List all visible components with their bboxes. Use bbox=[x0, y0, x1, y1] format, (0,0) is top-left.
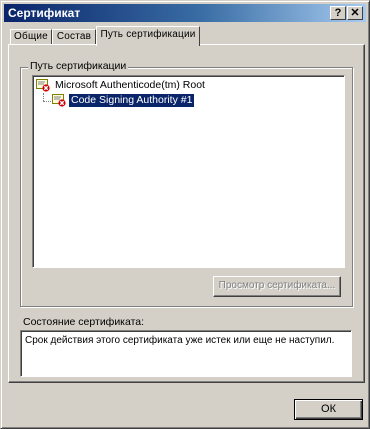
close-button[interactable]: ✕ bbox=[347, 6, 363, 20]
tree-node-root-label: Microsoft Authenticode(tm) Root bbox=[55, 79, 205, 91]
certification-path-label: Путь сертификации bbox=[28, 60, 129, 72]
certificate-status-text[interactable]: Срок действия этого сертификата уже исте… bbox=[20, 330, 352, 377]
view-certificate-button[interactable]: Просмотр сертификата... bbox=[213, 276, 341, 297]
certificate-status-label: Состояние сертификата: bbox=[23, 316, 145, 328]
help-button[interactable]: ? bbox=[330, 6, 346, 20]
tab-general[interactable]: Общие bbox=[10, 29, 52, 44]
tree-connector bbox=[43, 101, 51, 102]
tree-node-child-label: Code Signing Authority #1 bbox=[67, 93, 196, 108]
tree-connector bbox=[43, 93, 44, 101]
tab-certification-path[interactable]: Путь сертификации bbox=[96, 26, 200, 46]
certification-path-tree[interactable]: Microsoft Authenticode(tm) Root Code Sig… bbox=[32, 75, 345, 268]
tab-details[interactable]: Состав bbox=[52, 29, 96, 44]
window-title: Сертификат bbox=[8, 6, 81, 20]
certificate-dialog: Сертификат ? ✕ Общие Состав Путь сертифи… bbox=[0, 0, 370, 429]
certificate-error-icon bbox=[36, 79, 50, 92]
title-bar[interactable]: Сертификат ? ✕ bbox=[4, 4, 366, 22]
ok-button[interactable]: ОК bbox=[294, 399, 363, 420]
certificate-error-icon bbox=[52, 94, 66, 107]
